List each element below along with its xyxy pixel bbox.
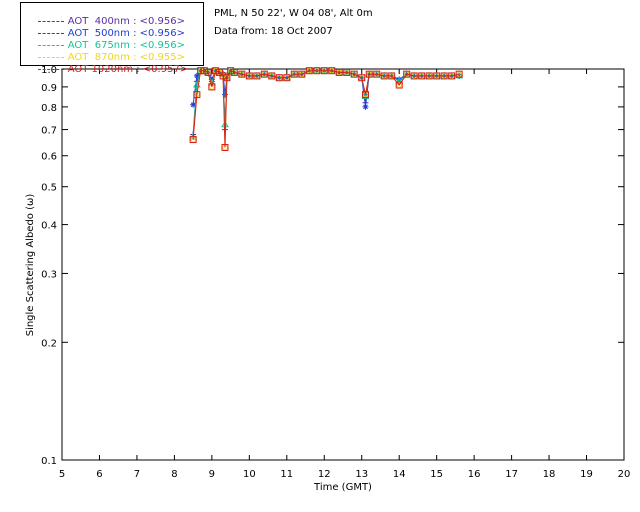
y-tick-label: 0.5 — [41, 183, 57, 194]
x-axis: 5 6 7 8 9 10 11 12 13 14 15 16 17 18 19 20 — [59, 69, 631, 480]
y-tick-label: 0.9 — [41, 83, 57, 94]
date-info: Data from: 18 Oct 2007 — [214, 26, 333, 37]
y-axis-label: Single Scattering Albedo (ω) — [25, 194, 36, 337]
chart-svg: 5 6 7 8 9 10 11 12 13 14 15 16 17 18 19 20 0.1 0.2 0.3 0.4… — [25, 65, 631, 493]
x-tick-label: 5 — [59, 469, 65, 480]
series-line — [192, 70, 460, 135]
x-axis-label: Time (GMT) — [313, 482, 372, 493]
series-layer — [189, 66, 464, 152]
y-tick-label: 0.1 — [41, 456, 57, 467]
legend-item-500nm: AOT 500nm : <0.956> — [25, 16, 185, 39]
legend-swatch-1020nm — [37, 68, 64, 70]
x-tick-label: 15 — [430, 469, 443, 480]
series-line — [192, 70, 460, 138]
x-tick-label: 9 — [209, 469, 215, 480]
x-tick-label: 6 — [96, 469, 102, 480]
series-4 — [189, 67, 463, 151]
y-tick-label: 0.7 — [41, 126, 57, 137]
x-tick-label: 13 — [355, 469, 368, 480]
x-tick-label: 12 — [318, 469, 331, 480]
data-point — [362, 103, 369, 110]
x-tick-label: 20 — [618, 469, 631, 480]
y-tick-label: 0.2 — [41, 338, 57, 349]
legend-item-675nm: AOT 675nm : <0.956> — [25, 28, 185, 51]
y-tick-label: 0.3 — [41, 269, 57, 280]
legend: AOT 400nm : <0.956> AOT 500nm : <0.956> … — [20, 2, 204, 75]
x-tick-label: 8 — [171, 469, 177, 480]
legend-item-870nm: AOT 870nm : <0.955> — [25, 40, 185, 63]
x-tick-label: 17 — [505, 469, 518, 480]
x-tick-label: 19 — [580, 469, 593, 480]
data-point — [221, 91, 228, 98]
x-tick-label: 10 — [243, 469, 256, 480]
series-3 — [189, 66, 463, 152]
y-tick-label: 0.6 — [41, 152, 57, 163]
x-tick-label: 18 — [543, 469, 556, 480]
plot-frame — [61, 68, 625, 461]
site-info: PML, N 50 22', W 04 08', Alt 0m — [214, 8, 373, 19]
legend-item-400nm: AOT 400nm : <0.956> — [25, 4, 185, 27]
legend-item-1020nm: AOT 1020nm : <0.957> — [25, 52, 188, 75]
series-line — [192, 69, 460, 148]
x-tick-label: 11 — [280, 469, 293, 480]
legend-label-1020nm: AOT 1020nm : <0.957> — [67, 64, 189, 75]
y-tick-label: 0.8 — [41, 103, 57, 114]
x-tick-label: 16 — [468, 469, 481, 480]
y-axis: 0.10.20.30.40.50.60.70.80.91.0 — [41, 65, 624, 467]
y-tick-label: 0.4 — [41, 221, 57, 232]
series-line — [192, 69, 460, 148]
x-tick-label: 7 — [134, 469, 140, 480]
x-tick-label: 14 — [393, 469, 406, 480]
